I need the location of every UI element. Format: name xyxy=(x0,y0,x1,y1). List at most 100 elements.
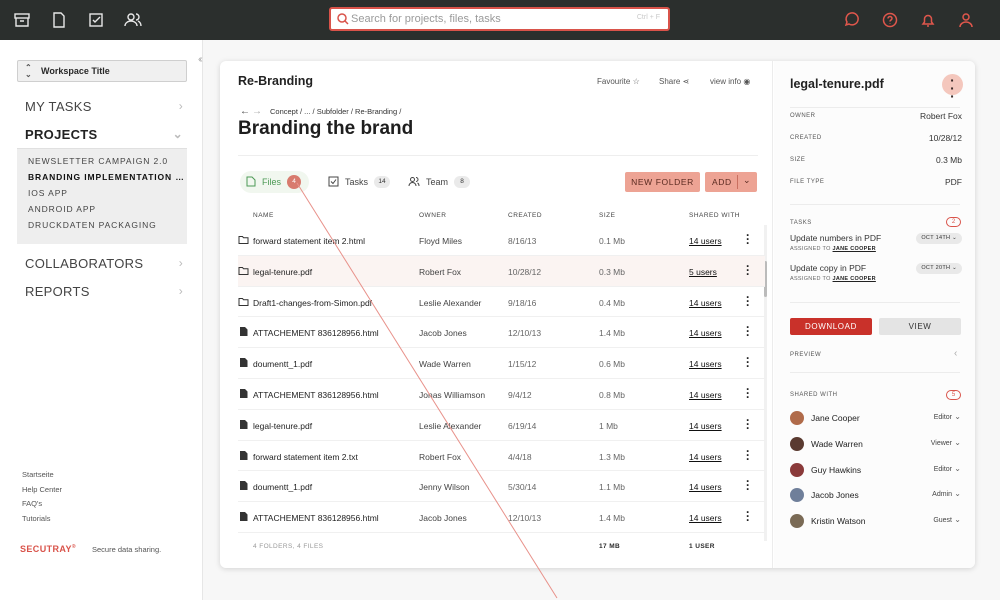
users-icon[interactable] xyxy=(123,10,143,30)
document-icon[interactable] xyxy=(49,10,69,30)
shared-with-link[interactable]: 14 users xyxy=(689,452,722,462)
task-date-chip[interactable]: OCT 20TH ⌄ xyxy=(916,263,962,274)
search-box[interactable]: Ctrl + F xyxy=(329,7,670,31)
tab-files[interactable]: Files 4 xyxy=(240,171,310,193)
file-name[interactable]: Draft1-changes-from-Simon.pdf xyxy=(253,298,372,308)
chevron-down-icon[interactable]: ⌄ xyxy=(954,515,961,524)
file-name[interactable]: ATTACHEMENT 836128956.html xyxy=(253,513,379,523)
file-name[interactable]: ATTACHEMENT 836128956.html xyxy=(253,328,379,338)
archive-icon[interactable] xyxy=(12,10,32,30)
chevron-left-icon[interactable]: ‹ xyxy=(954,348,957,359)
table-row[interactable]: Draft1-changes-from-Simon.pdf Leslie Alex… xyxy=(238,287,765,318)
more-vertical-icon[interactable]: · · · xyxy=(746,352,752,372)
role-select[interactable]: Admin xyxy=(932,491,952,498)
project-item[interactable]: ANDROID APP xyxy=(17,201,187,217)
file-name[interactable]: forward statement item 2.txt xyxy=(253,452,358,462)
more-vertical-icon[interactable]: · · · xyxy=(746,475,752,495)
chevron-down-icon[interactable]: ⌄ xyxy=(743,175,751,186)
collapse-sidebar-icon[interactable]: ‹‹ xyxy=(198,54,202,65)
shared-with-link[interactable]: 14 users xyxy=(689,328,722,338)
bell-icon[interactable] xyxy=(918,10,938,30)
back-arrow-icon[interactable]: ← xyxy=(240,106,252,117)
file-name[interactable]: forward statement item 2.html xyxy=(253,236,365,246)
file-name[interactable]: legal-tenure.pdf xyxy=(253,267,312,277)
view-button[interactable]: VIEW xyxy=(879,318,961,335)
assignee-link[interactable]: JANE COOPER xyxy=(833,246,876,252)
table-row[interactable]: ATTACHEMENT 836128956.html Jacob Jones 12/… xyxy=(238,317,765,349)
column-header[interactable]: SHARED WITH xyxy=(689,212,740,219)
table-row[interactable]: ATTACHEMENT 836128956.html Jacob Jones 12/… xyxy=(238,502,765,533)
favourite-button[interactable]: Favourite ☆ xyxy=(597,77,640,86)
column-header[interactable]: CREATED xyxy=(508,212,542,219)
shared-with-link[interactable]: 14 users xyxy=(689,482,722,492)
breadcrumb[interactable]: Concept / ... / Subfolder / Re-Branding … xyxy=(270,107,401,116)
more-vertical-icon[interactable]: · · · xyxy=(746,260,752,280)
user-icon[interactable] xyxy=(956,10,976,30)
shared-person[interactable]: Kristin Watson Guest ⌄ xyxy=(790,513,962,529)
assignee-link[interactable]: JANE COOPER xyxy=(833,276,876,282)
more-vertical-icon[interactable]: · · · xyxy=(746,445,752,465)
project-item[interactable]: BRANDING IMPLEMENTATION OF ... xyxy=(17,169,187,185)
footer-link[interactable]: Help Center xyxy=(22,483,62,498)
sidebar-item-collaborators[interactable]: COLLABORATORS › xyxy=(25,256,183,271)
shared-with-link[interactable]: 14 users xyxy=(689,298,722,308)
view-info-button[interactable]: view info ◉ xyxy=(710,77,750,86)
more-vertical-icon[interactable]: · · · xyxy=(746,383,752,403)
column-header[interactable]: NAME xyxy=(253,212,274,219)
table-row[interactable]: doumentt_1.pdf Wade Warren 1/15/12 0.6 Mb 14… xyxy=(238,348,765,379)
new-folder-button[interactable]: NEW FOLDER xyxy=(625,172,700,192)
search-input[interactable] xyxy=(351,11,641,27)
task-date-chip[interactable]: OCT 14TH ⌄ xyxy=(916,233,962,244)
checkbox-icon[interactable] xyxy=(86,10,106,30)
role-select[interactable]: Guest xyxy=(933,517,952,524)
chevron-down-icon[interactable]: ⌄ xyxy=(954,489,961,498)
shared-with-link[interactable]: 14 users xyxy=(689,390,722,400)
sidebar-item-my-tasks[interactable]: MY TASKS › xyxy=(25,99,183,114)
shared-person[interactable]: Wade Warren Viewer ⌄ xyxy=(790,436,962,452)
shared-person[interactable]: Jane Cooper Editor ⌄ xyxy=(790,410,962,426)
share-button[interactable]: Share ⋖ xyxy=(659,77,689,86)
shared-person[interactable]: Guy Hawkins Editor ⌄ xyxy=(790,462,962,478)
shared-person[interactable]: Jacob Jones Admin ⌄ xyxy=(790,487,962,503)
sidebar-item-reports[interactable]: REPORTS › xyxy=(25,284,183,299)
sidebar-item-projects[interactable]: PROJECTS ⌄ xyxy=(25,127,183,142)
task-item[interactable]: Update copy in PDF ASSIGNED TO JANE COOP… xyxy=(790,263,962,282)
task-item[interactable]: Update numbers in PDF ASSIGNED TO JANE C… xyxy=(790,233,962,252)
more-vertical-icon[interactable]: · · · xyxy=(746,229,752,249)
column-header[interactable]: SIZE xyxy=(599,212,615,219)
tab-tasks[interactable]: Tasks 14 xyxy=(328,171,391,193)
shared-with-link[interactable]: 14 users xyxy=(689,421,722,431)
table-row[interactable]: forward statement item 2.html Floyd Miles… xyxy=(238,225,765,256)
file-name[interactable]: doumentt_1.pdf xyxy=(253,359,312,369)
more-vertical-icon[interactable]: · · · xyxy=(746,291,752,311)
chevron-down-icon[interactable]: ⌄ xyxy=(954,412,961,421)
project-item[interactable]: DRUCKDATEN PACKAGING xyxy=(17,217,187,233)
role-select[interactable]: Editor xyxy=(934,466,952,473)
table-row[interactable]: legal-tenure.pdf Robert Fox 10/28/12 0.3 Mb… xyxy=(238,255,765,287)
file-name[interactable]: doumentt_1.pdf xyxy=(253,482,312,492)
help-icon[interactable] xyxy=(880,10,900,30)
forward-arrow-icon[interactable]: → xyxy=(252,106,264,117)
more-vertical-icon[interactable]: · · · xyxy=(746,414,752,434)
footer-link[interactable]: Startseite xyxy=(22,468,62,483)
table-row[interactable]: doumentt_1.pdf Jenny Wilson 5/30/14 1.1 Mb 1… xyxy=(238,471,765,503)
role-select[interactable]: Editor xyxy=(934,414,952,421)
file-name[interactable]: legal-tenure.pdf xyxy=(253,421,312,431)
table-row[interactable]: ATTACHEMENT 836128956.html Jonas Williams… xyxy=(238,379,765,410)
file-name[interactable]: ATTACHEMENT 836128956.html xyxy=(253,390,379,400)
download-button[interactable]: DOWNLOAD xyxy=(790,318,872,335)
shared-with-link[interactable]: 14 users xyxy=(689,513,722,523)
add-button[interactable]: ADD ⌄ xyxy=(705,172,757,192)
chat-icon[interactable] xyxy=(842,10,862,30)
footer-link[interactable]: FAQ's xyxy=(22,497,62,512)
shared-with-link[interactable]: 14 users xyxy=(689,236,722,246)
chevron-down-icon[interactable]: ⌄ xyxy=(954,438,961,447)
tab-team[interactable]: Team 8 xyxy=(408,171,471,193)
table-row[interactable]: legal-tenure.pdf Leslie Alexander 6/19/14 1… xyxy=(238,410,765,441)
more-vertical-icon[interactable]: · · · xyxy=(746,321,752,341)
more-vertical-icon[interactable]: · · · xyxy=(942,73,963,103)
column-header[interactable]: OWNER xyxy=(419,212,446,219)
footer-link[interactable]: Tutorials xyxy=(22,512,62,527)
table-row[interactable]: forward statement item 2.txt Robert Fox 4/… xyxy=(238,441,765,472)
role-select[interactable]: Viewer xyxy=(931,440,952,447)
